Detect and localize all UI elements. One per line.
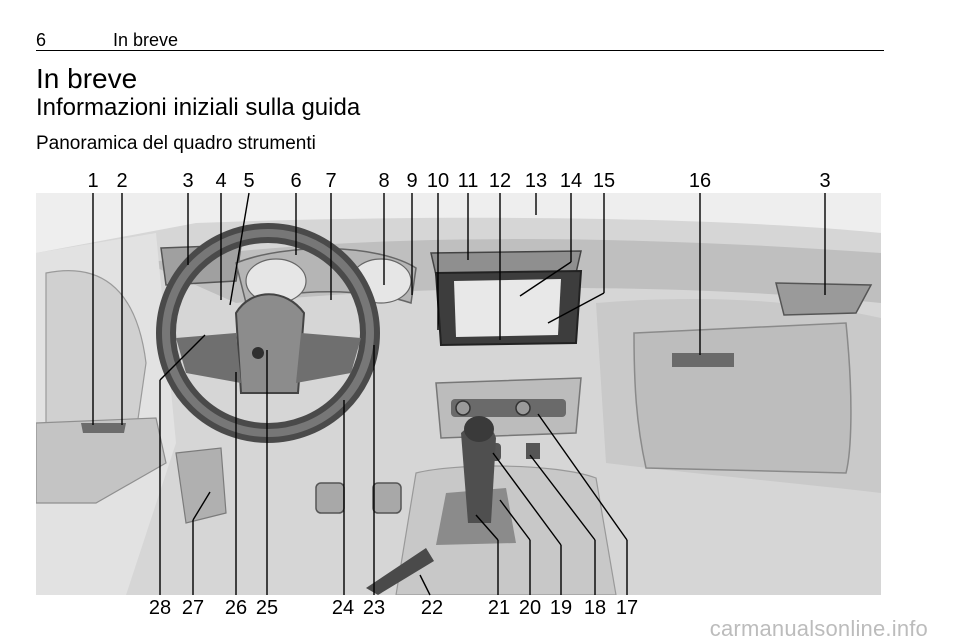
callout-top-10: 10 xyxy=(426,170,450,192)
callout-bottom-28: 28 xyxy=(148,597,172,619)
callout-bottom-21: 21 xyxy=(487,597,511,619)
callout-bottom-18: 18 xyxy=(583,597,607,619)
page-header: 6 In breve xyxy=(36,28,884,51)
callout-top-16: 16 xyxy=(688,170,712,192)
subsection-title: Panoramica del quadro strumenti xyxy=(36,133,316,154)
callout-bottom-17: 17 xyxy=(615,597,639,619)
callout-top-1: 1 xyxy=(87,170,99,192)
callout-top-3-right: 3 xyxy=(819,170,831,192)
callout-bottom-27: 27 xyxy=(181,597,205,619)
callout-top-15: 15 xyxy=(592,170,616,192)
watermark: carmanualsonline.info xyxy=(709,616,928,641)
callout-top-7: 7 xyxy=(325,170,337,192)
callout-top-8: 8 xyxy=(378,170,390,192)
callout-bottom-24: 24 xyxy=(331,597,355,619)
chapter-title: In breve xyxy=(36,63,138,94)
callout-top-9: 9 xyxy=(406,170,418,192)
callout-top-11: 11 xyxy=(457,170,479,192)
callout-bottom-23: 23 xyxy=(362,597,386,619)
callout-top-13: 13 xyxy=(524,170,548,192)
callout-top-4: 4 xyxy=(215,170,227,192)
callout-top-14: 14 xyxy=(559,170,583,192)
callout-bottom-20: 20 xyxy=(518,597,542,619)
callout-bottom-26: 26 xyxy=(224,597,248,619)
dashboard-illustration xyxy=(36,193,881,595)
callout-top-3: 3 xyxy=(182,170,194,192)
callout-top-2: 2 xyxy=(116,170,128,192)
callout-bottom-19: 19 xyxy=(549,597,573,619)
callout-top-5: 5 xyxy=(243,170,255,192)
callout-top-12: 12 xyxy=(488,170,512,192)
callout-bottom-22: 22 xyxy=(420,597,444,619)
callout-top-6: 6 xyxy=(290,170,302,192)
dashboard-drawing xyxy=(36,193,881,595)
callout-bottom-25: 25 xyxy=(255,597,279,619)
running-title: In breve xyxy=(113,30,179,50)
section-title: Informazioni iniziali sulla guida xyxy=(36,94,361,121)
page-number: 6 xyxy=(36,30,47,50)
